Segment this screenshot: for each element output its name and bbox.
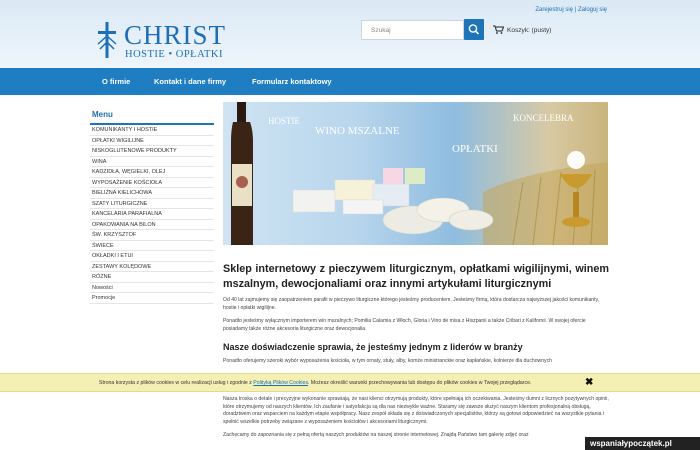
banner-label-concelebration: KONCELEBRA xyxy=(513,113,574,123)
banner-label-wafers: OPŁATKI xyxy=(452,143,498,155)
sidebar-item-covers[interactable]: OKŁADKI I ETUI xyxy=(90,251,214,262)
sidebar-item-incense[interactable]: KADZIDŁA, WĘGIELKI, OLEJ xyxy=(90,167,214,178)
main-nav: O firmie Kontakt i dane firmy Formularz … xyxy=(0,68,700,95)
equipment-paragraph: Ponadto oferujemy szeroki wybór wyposaże… xyxy=(223,358,552,365)
account-links: Zarejestruj się | Zaloguj się xyxy=(535,7,607,13)
search-icon xyxy=(468,24,480,35)
sidebar-item-chalice-linen[interactable]: BIELIŹNA KIELICHOWA xyxy=(90,188,214,199)
section-heading: Nasze doświadczenie sprawia, że jesteśmy… xyxy=(223,342,523,353)
login-link[interactable]: Zaloguj się xyxy=(578,7,607,13)
sidebar-item-vestments[interactable]: SZATY LITURGICZNE xyxy=(90,199,214,209)
cookie-close-button[interactable]: ✖ xyxy=(585,378,593,388)
sidebar-item-misc[interactable]: RÓŻNE xyxy=(90,272,214,283)
cart-label: Koszyk: (pusty) xyxy=(507,27,552,34)
sidebar-item-low-gluten[interactable]: NISKOGLUTENOWE PRODUKTY xyxy=(90,146,214,157)
intro-paragraph: Od 40 lat zajmujemy się zaopatrzeniem pa… xyxy=(223,297,600,311)
nav-item-about[interactable]: O firmie xyxy=(102,77,130,86)
sidebar-item-church-equipment[interactable]: WYPOSAŻENIE KOŚCIOŁA xyxy=(90,178,214,188)
nav-item-contact-form[interactable]: Formularz kontaktowy xyxy=(252,77,332,86)
sidebar-menu: Menu KOMUNIKANTY I HOSTIE OPŁATKI WIGILI… xyxy=(90,108,214,304)
sidebar-item-wafers[interactable]: OPŁATKI WIGILIJNE xyxy=(90,136,214,146)
logo-subtitle: HOSTIE • OPŁATKI xyxy=(125,49,224,60)
lower-content: Nasza troska o detale i precyzyjne wykon… xyxy=(223,396,609,440)
sidebar-item-new[interactable]: Nowości xyxy=(90,283,214,293)
main-content: Sklep internetowy z pieczywem liturgiczn… xyxy=(223,262,609,366)
banner-label-wine: WINO MSZALNE xyxy=(315,125,400,137)
cookie-text-after: . Możesz określić warunki przechowywania… xyxy=(308,380,532,386)
hero-banner[interactable]: HOSTIE WINO MSZALNE KONCELEBRA OPŁATKI xyxy=(223,102,608,245)
sidebar-item-candles[interactable]: ŚWIECE xyxy=(90,241,214,251)
offer-paragraph: Zachęcamy do zapoznania się z pełną ofer… xyxy=(223,432,529,439)
links-separator: | xyxy=(574,7,577,13)
cookie-text-before: Strona korzysta z plików cookies w celu … xyxy=(99,380,254,386)
page-title: Sklep internetowy z pieczywem liturgiczn… xyxy=(223,263,609,290)
sidebar-item-hosts[interactable]: KOMUNIKANTY I HOSTIE xyxy=(90,125,214,136)
cookie-policy-link[interactable]: Polityką Plików Cookies xyxy=(253,380,308,386)
logo-title: CHRIST xyxy=(124,20,227,50)
register-link[interactable]: Zarejestruj się xyxy=(535,7,573,13)
cookie-text: Strona korzysta z plików cookies w celu … xyxy=(99,380,531,386)
quality-paragraph: Nasza troska o detale i precyzyjne wykon… xyxy=(223,396,609,425)
sidebar-item-st-christopher[interactable]: ŚW. KRZYSZTOF xyxy=(90,230,214,241)
nav-item-contact[interactable]: Kontakt i dane firmy xyxy=(154,77,226,86)
header: CHRIST HOSTIE • OPŁATKI Zarejestruj się … xyxy=(0,0,700,68)
sidebar-item-coin-packaging[interactable]: OPAKOWANIA NA BILON xyxy=(90,220,214,230)
cart-icon xyxy=(493,25,504,34)
cart-link[interactable]: Koszyk: (pusty) xyxy=(493,25,551,34)
banner-illustration: HOSTIE WINO MSZALNE KONCELEBRA OPŁATKI xyxy=(231,102,608,245)
search-button[interactable] xyxy=(464,19,484,40)
sidebar-item-promotions[interactable]: Promocje xyxy=(90,293,214,304)
cross-logo-icon xyxy=(97,22,117,58)
logo[interactable]: CHRIST HOSTIE • OPŁATKI xyxy=(92,18,232,64)
search-input[interactable]: Szukaj xyxy=(361,20,464,40)
sidebar-item-carol-sets[interactable]: ZESTAWY KOLĘDOWE xyxy=(90,262,214,272)
wine-paragraph: Ponadto jesteśmy wyłącznym importerem wi… xyxy=(223,318,586,332)
menu-title: Menu xyxy=(90,108,214,125)
sidebar-item-parish-office[interactable]: KANCELARIA PARAFIALNA xyxy=(90,209,214,220)
sidebar-item-wines[interactable]: WINA xyxy=(90,157,214,167)
watermark: wspaniałypoczątek.pl xyxy=(585,437,700,450)
cookie-banner: Strona korzysta z plików cookies w celu … xyxy=(0,373,700,392)
banner-label-hosts: HOSTIE xyxy=(268,116,300,126)
